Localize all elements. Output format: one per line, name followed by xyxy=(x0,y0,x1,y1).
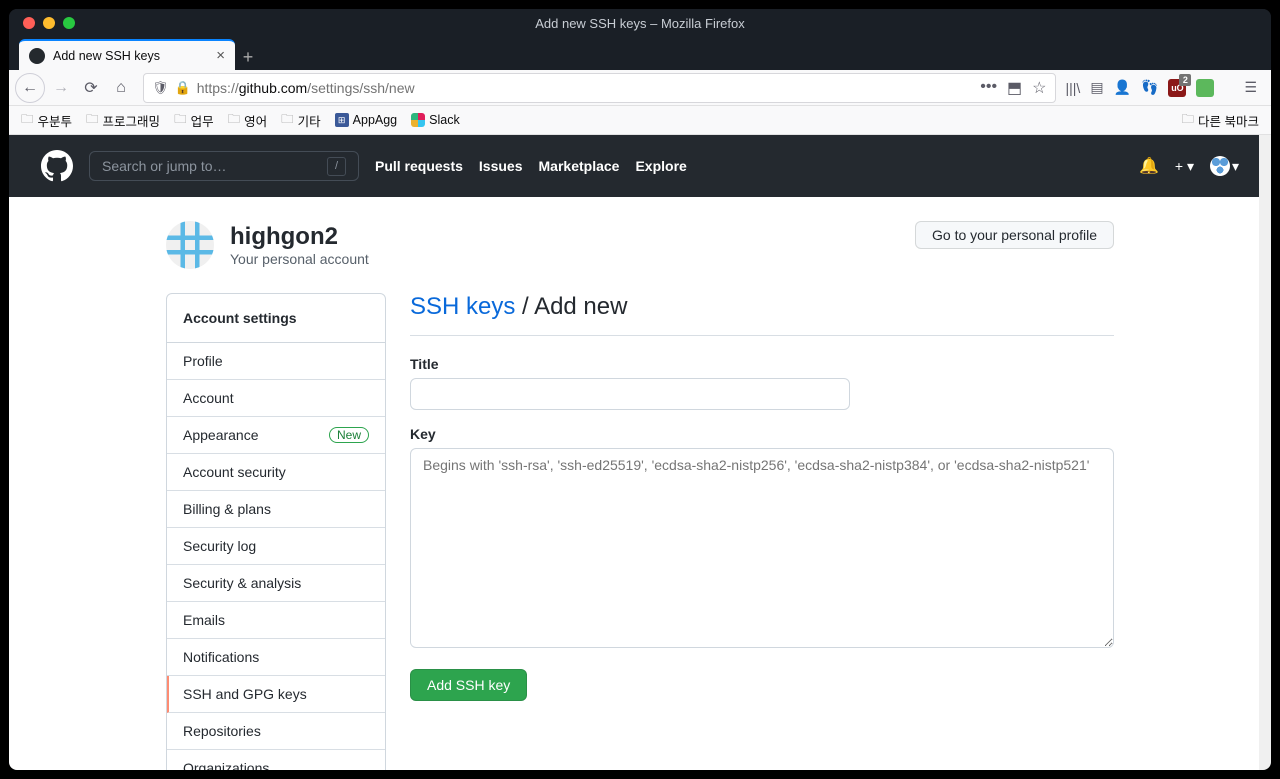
scrollbar[interactable] xyxy=(1259,135,1271,770)
tab-close-icon[interactable]: × xyxy=(216,47,225,64)
page-actions-icon[interactable]: ••• xyxy=(980,78,997,98)
nav-issues[interactable]: Issues xyxy=(479,158,523,174)
window-minimize-button[interactable] xyxy=(43,17,55,29)
github-search-input[interactable]: Search or jump to…/ xyxy=(89,151,359,181)
github-logo[interactable] xyxy=(41,150,73,182)
gnome-icon[interactable]: 👣 xyxy=(1141,79,1158,96)
menu-button[interactable]: ☰ xyxy=(1244,79,1257,96)
create-new-menu[interactable]: + ▾ xyxy=(1175,158,1194,175)
sidebar-item-notifications[interactable]: Notifications xyxy=(167,639,385,676)
breadcrumb: SSH keys / Add new xyxy=(410,293,1114,336)
title-label: Title xyxy=(410,356,1114,372)
title-input[interactable] xyxy=(410,378,850,410)
new-tab-button[interactable]: + xyxy=(235,44,261,70)
new-badge: New xyxy=(329,427,369,443)
avatar-icon xyxy=(1210,156,1230,176)
nav-explore[interactable]: Explore xyxy=(635,158,686,174)
nav-marketplace[interactable]: Marketplace xyxy=(539,158,620,174)
sidebar-heading: Account settings xyxy=(167,294,385,343)
back-button[interactable]: ← xyxy=(15,73,45,103)
bookmark-folder[interactable]: 🗀프로그래밍 xyxy=(86,110,160,131)
notifications-icon[interactable]: 🔔 xyxy=(1139,156,1159,176)
bookmark-appagg[interactable]: ⊞AppAgg xyxy=(335,113,397,127)
profile-avatar xyxy=(166,221,214,269)
sidebar-item-organizations[interactable]: Organizations xyxy=(167,750,385,770)
window-maximize-button[interactable] xyxy=(63,17,75,29)
other-bookmarks[interactable]: 🗀다른 북마크 xyxy=(1182,110,1260,131)
titlebar: Add new SSH keys – Mozilla Firefox xyxy=(9,9,1271,37)
window-close-button[interactable] xyxy=(23,17,35,29)
bookmark-folder[interactable]: 🗀업무 xyxy=(174,110,214,131)
shield-icon: 🛡 xyxy=(152,80,169,96)
sidebar-item-emails[interactable]: Emails xyxy=(167,602,385,639)
sidebar-item-billing[interactable]: Billing & plans xyxy=(167,491,385,528)
bookmarks-toolbar: 🗀우분투 🗀프로그래밍 🗀업무 🗀영어 🗀기타 ⊞AppAgg Slack 🗀다… xyxy=(9,106,1271,135)
add-ssh-key-button[interactable]: Add SSH key xyxy=(410,669,527,701)
forward-button[interactable]: → xyxy=(47,74,75,102)
sidebar-item-profile[interactable]: Profile xyxy=(167,343,385,380)
bookmark-slack[interactable]: Slack xyxy=(411,113,460,127)
profile-subtitle: Your personal account xyxy=(230,251,369,267)
sidebar-item-ssh-gpg[interactable]: SSH and GPG keys xyxy=(167,676,385,713)
library-icon[interactable]: |||\ xyxy=(1066,80,1081,96)
bookmark-star-icon[interactable]: ☆ xyxy=(1032,78,1046,98)
extension-icon[interactable] xyxy=(1196,79,1214,97)
bookmark-folder[interactable]: 🗀우분투 xyxy=(21,110,72,131)
pocket-icon[interactable]: ⬒ xyxy=(1007,78,1022,98)
sidebar-item-security-analysis[interactable]: Security & analysis xyxy=(167,565,385,602)
github-header: Search or jump to…/ Pull requests Issues… xyxy=(9,135,1271,197)
account-icon[interactable]: 👤 xyxy=(1114,79,1131,96)
browser-navbar: ← → ⟳ ⌂ 🛡 🔒 https://github.com/settings/… xyxy=(9,70,1271,106)
ublock-badge: 2 xyxy=(1179,74,1191,86)
browser-tabbar: Add new SSH keys × + xyxy=(9,37,1271,70)
lock-icon: 🔒 xyxy=(175,80,191,96)
breadcrumb-current: Add new xyxy=(534,293,627,320)
ublock-icon[interactable]: uO2 xyxy=(1168,79,1186,97)
key-label: Key xyxy=(410,426,1114,442)
user-menu[interactable]: ▾ xyxy=(1210,156,1239,176)
bookmark-folder[interactable]: 🗀기타 xyxy=(281,110,321,131)
key-textarea[interactable] xyxy=(410,448,1114,648)
bookmark-folder[interactable]: 🗀영어 xyxy=(228,110,268,131)
window-title: Add new SSH keys – Mozilla Firefox xyxy=(535,16,745,31)
sidebar-item-account-security[interactable]: Account security xyxy=(167,454,385,491)
sidebar-item-account[interactable]: Account xyxy=(167,380,385,417)
url-text: https://github.com/settings/ssh/new xyxy=(197,80,975,96)
sidebar-item-appearance[interactable]: AppearanceNew xyxy=(167,417,385,454)
tab-title: Add new SSH keys xyxy=(53,49,208,63)
home-button[interactable]: ⌂ xyxy=(107,74,135,102)
github-favicon xyxy=(29,48,45,64)
profile-username: highgon2 xyxy=(230,223,369,251)
goto-profile-button[interactable]: Go to your personal profile xyxy=(915,221,1114,249)
nav-pull-requests[interactable]: Pull requests xyxy=(375,158,463,174)
reload-button[interactable]: ⟳ xyxy=(77,74,105,102)
breadcrumb-ssh-keys-link[interactable]: SSH keys xyxy=(410,293,515,320)
settings-sidebar: Account settings Profile Account Appeara… xyxy=(166,293,386,770)
sidebar-item-repositories[interactable]: Repositories xyxy=(167,713,385,750)
url-bar[interactable]: 🛡 🔒 https://github.com/settings/ssh/new … xyxy=(143,73,1056,103)
reader-icon[interactable]: ▤ xyxy=(1090,79,1103,96)
browser-tab[interactable]: Add new SSH keys × xyxy=(19,39,235,70)
sidebar-item-security-log[interactable]: Security log xyxy=(167,528,385,565)
